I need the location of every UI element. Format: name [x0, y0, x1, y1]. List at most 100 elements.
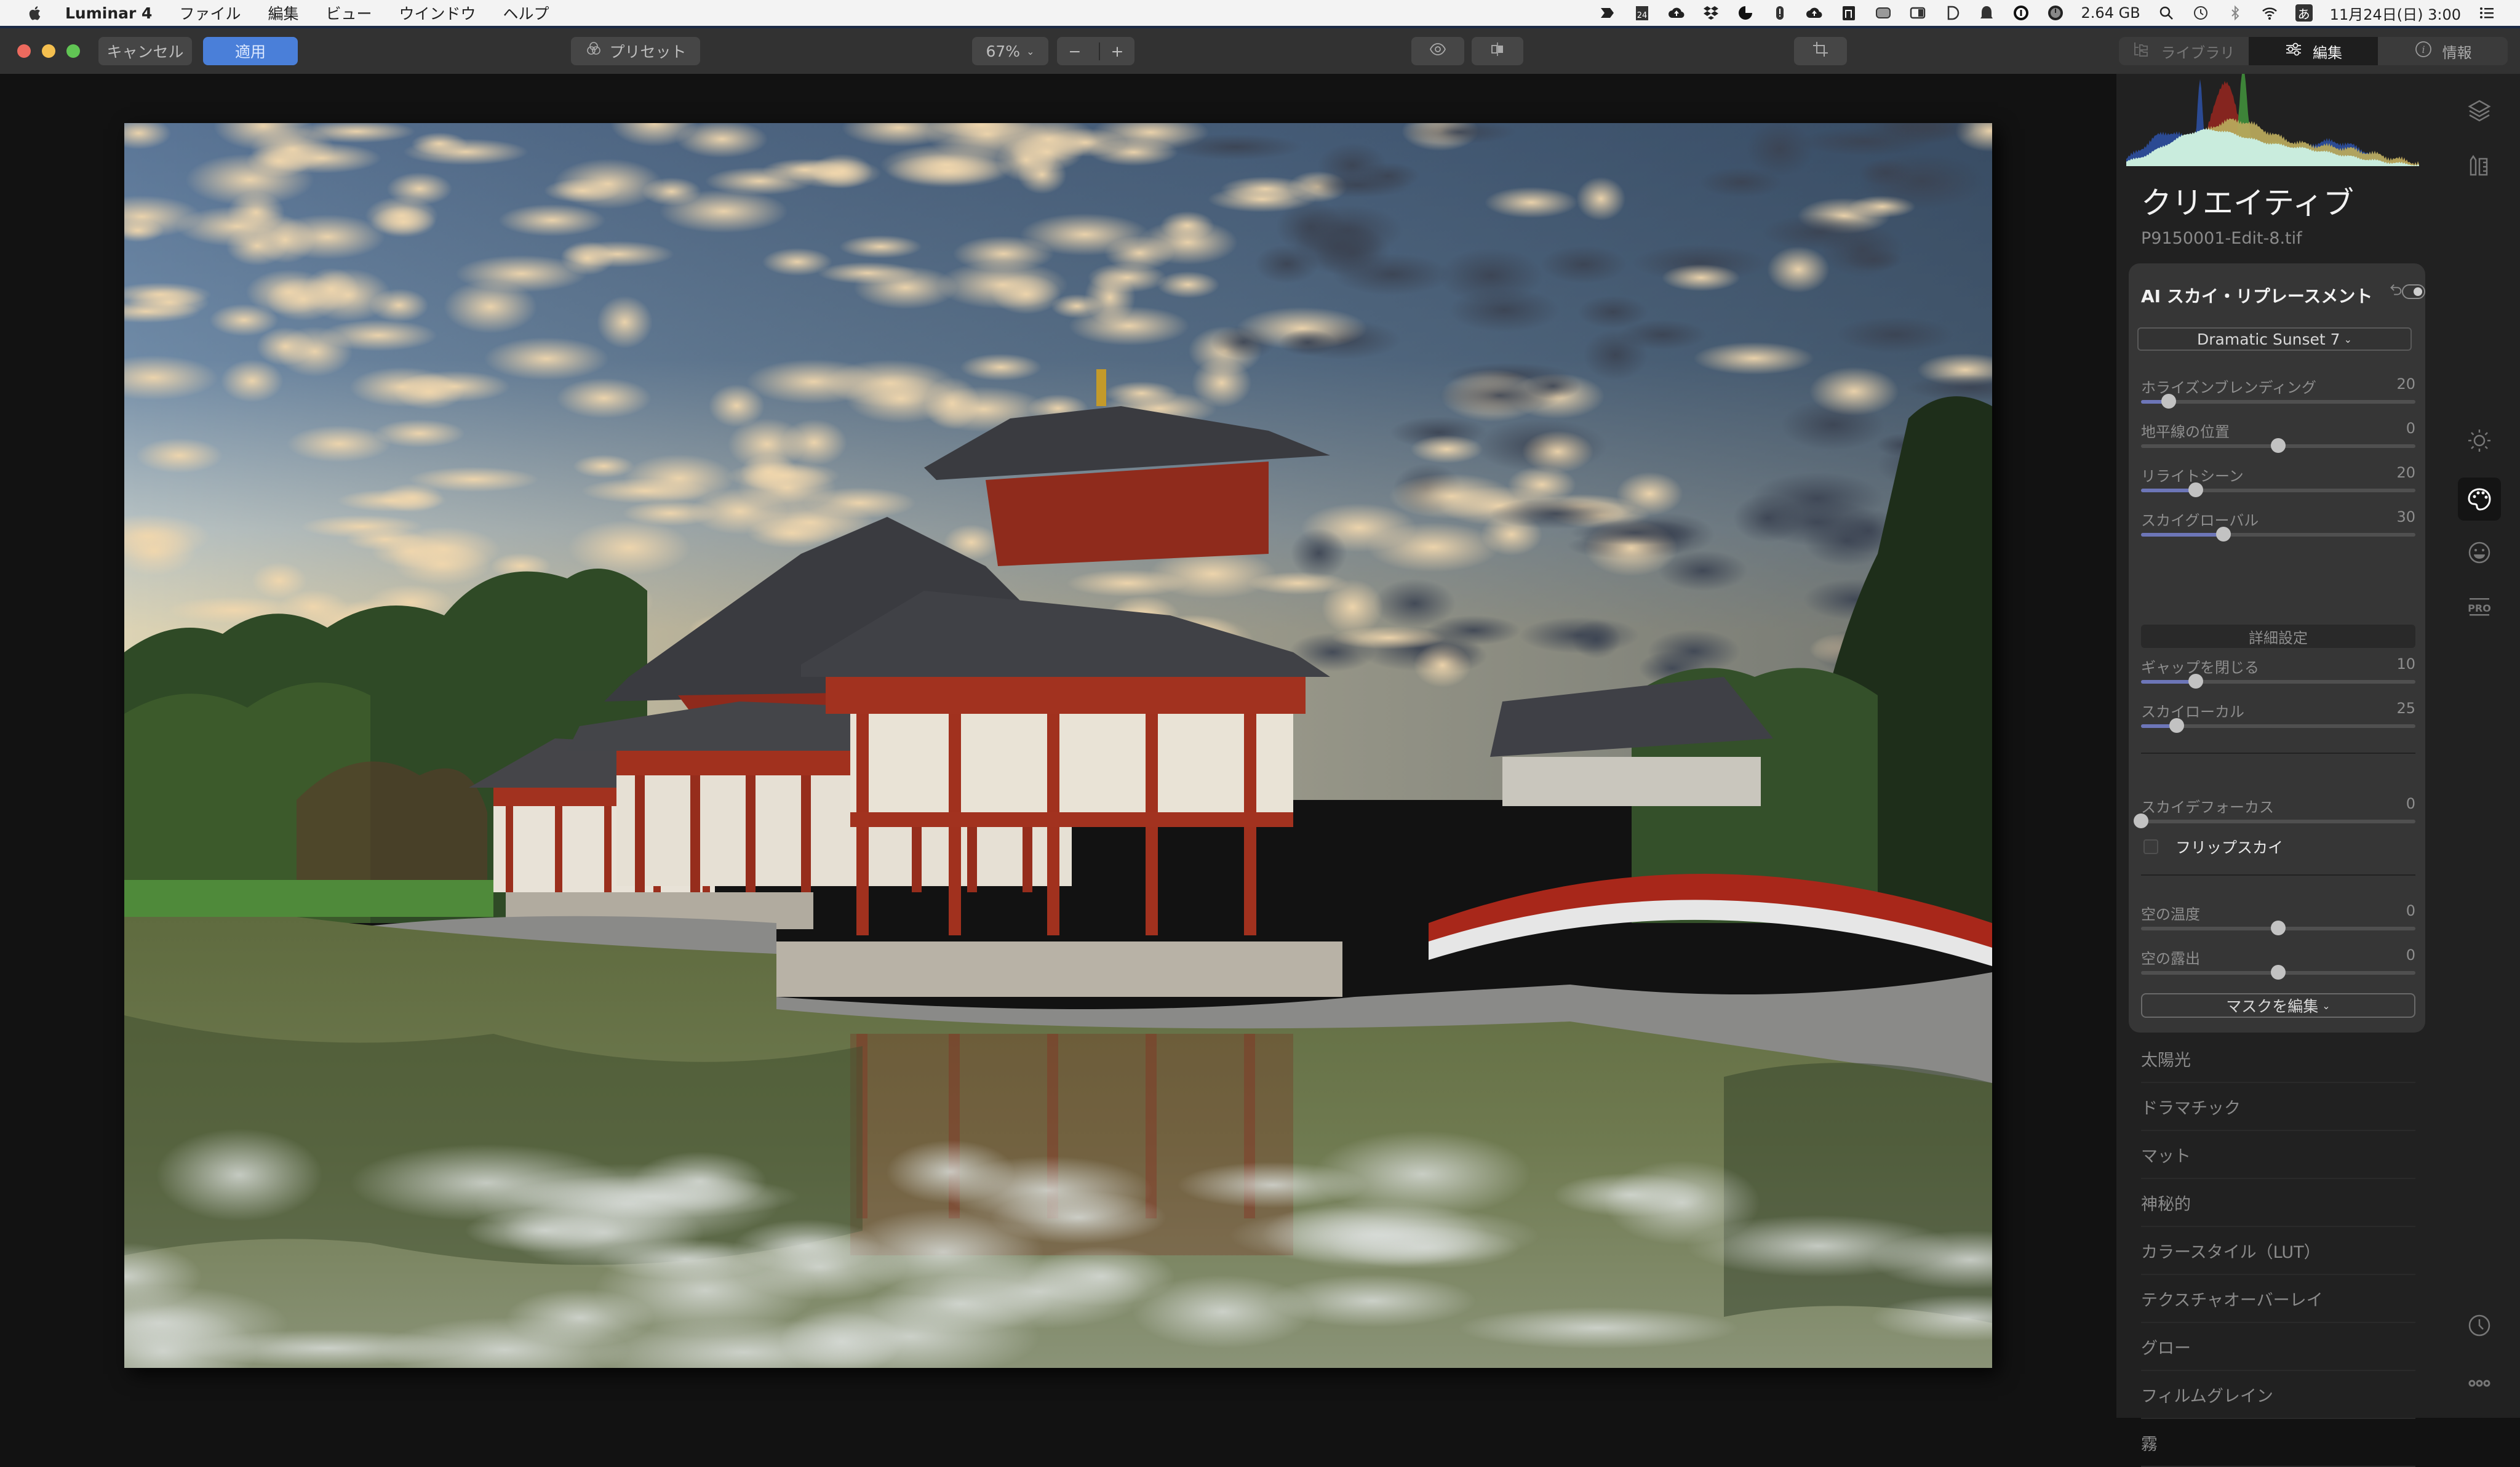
pro-icon[interactable]: PRO [2461, 588, 2498, 625]
sky-selection-dropdown[interactable]: Dramatic Sunset 7 ⌄ [2137, 327, 2412, 351]
crop-button[interactable] [1794, 37, 1847, 65]
slider-value[interactable]: 0 [2406, 946, 2415, 964]
slider-value[interactable]: 25 [2396, 700, 2415, 717]
slider-advanced-1[interactable]: スカイローカル 25 [2141, 700, 2415, 743]
menubar-clock[interactable]: 11月24日(日) 3:00 [2330, 2, 2461, 24]
slider-thumb[interactable] [2188, 482, 2204, 497]
bell-icon[interactable] [1978, 4, 1995, 22]
portrait-face-icon[interactable] [2461, 534, 2498, 571]
slider-thumb[interactable] [2215, 527, 2231, 542]
slider-track[interactable] [2141, 921, 2415, 935]
slider-primary-0[interactable]: ホライズンブレンディング 20 [2141, 375, 2415, 418]
slider-thumb[interactable] [2134, 813, 2148, 828]
edit-mask-button[interactable]: マスクを編集 ⌄ [2141, 993, 2415, 1018]
slider-primary-1[interactable]: 地平線の位置 0 [2141, 420, 2415, 463]
slider-thumb[interactable] [2271, 921, 2286, 935]
tab-library[interactable]: ライブラリ [2119, 37, 2249, 65]
wifi-icon[interactable] [2261, 4, 2278, 22]
slider-track[interactable] [2141, 718, 2415, 733]
close-window-button[interactable] [17, 44, 31, 58]
spotlight-search-icon[interactable] [2158, 4, 2175, 22]
slider-value[interactable]: 20 [2396, 375, 2415, 393]
slider-track[interactable] [2141, 394, 2415, 409]
slider-sky-0[interactable]: 空の温度 0 [2141, 902, 2415, 945]
location-icon[interactable] [1771, 4, 1788, 22]
preview-toggle-button[interactable] [1411, 37, 1464, 65]
slider-sky-1[interactable]: 空の露出 0 [2141, 946, 2415, 989]
slider-thumb[interactable] [2271, 965, 2286, 980]
time-machine-icon[interactable] [2192, 4, 2209, 22]
canvas-icon[interactable] [2461, 148, 2498, 185]
history-clock-icon[interactable] [2461, 1307, 2498, 1344]
module-enable-toggle[interactable] [2402, 284, 2425, 299]
cloud-sync-icon[interactable] [1806, 4, 1823, 22]
app-monitor-icon[interactable] [1840, 4, 1857, 22]
slider-thumb[interactable] [2271, 438, 2286, 453]
info-circle-icon[interactable] [2012, 4, 2030, 22]
essentials-sun-icon[interactable] [2461, 422, 2498, 459]
input-method-icon[interactable]: あ [2295, 4, 2313, 22]
slider-value[interactable]: 30 [2396, 508, 2415, 526]
slider-sky-defocus[interactable]: スカイデフォーカス 0 [2134, 795, 2415, 838]
apple-logo-icon[interactable] [25, 4, 47, 22]
notification-center-icon[interactable] [2478, 4, 2495, 22]
zoom-out-button[interactable]: − [1057, 42, 1093, 60]
tool-item[interactable]: 太陽光 [2141, 1035, 2415, 1083]
cancel-button[interactable]: キャンセル [98, 37, 192, 65]
edited-photo[interactable] [124, 123, 1992, 1368]
slider-track[interactable] [2141, 674, 2415, 689]
forward-icon[interactable] [1599, 4, 1616, 22]
tool-item[interactable]: マット [2141, 1131, 2415, 1179]
slider-advanced-0[interactable]: ギャップを閉じる 10 [2141, 655, 2415, 698]
slider-thumb[interactable] [2161, 394, 2176, 409]
slider-track[interactable] [2141, 965, 2415, 980]
dropbox-icon[interactable] [1702, 4, 1720, 22]
image-canvas[interactable] [0, 74, 2116, 1418]
cloud-upload-icon[interactable] [1668, 4, 1685, 22]
d-app-icon[interactable] [1944, 4, 1961, 22]
tool-item[interactable]: 霧 [2141, 1419, 2415, 1467]
slider-thumb[interactable] [2188, 674, 2204, 689]
slider-track[interactable] [2141, 438, 2415, 453]
zoom-window-button[interactable] [66, 44, 80, 58]
slider-value[interactable]: 20 [2396, 464, 2415, 481]
slider-value[interactable]: 0 [2406, 902, 2415, 919]
tool-item[interactable]: 神秘的 [2141, 1179, 2415, 1227]
menu-edit[interactable]: 編集 [268, 2, 298, 24]
disk-usage-icon[interactable] [2047, 4, 2064, 22]
menu-view[interactable]: ビュー [325, 2, 372, 24]
menu-app-name[interactable]: Luminar 4 [65, 4, 152, 22]
slider-primary-2[interactable]: リライトシーン 20 [2141, 464, 2415, 507]
zoom-in-button[interactable]: + [1098, 42, 1134, 60]
tab-info[interactable]: i 情報 [2378, 37, 2508, 65]
slider-track[interactable] [2141, 482, 2415, 497]
bluetooth-icon[interactable] [2227, 4, 2244, 22]
calendar-icon[interactable]: 24 [1633, 4, 1651, 22]
tool-item[interactable]: ドラマチック [2141, 1083, 2415, 1131]
tool-item[interactable]: フィルムグレイン [2141, 1371, 2415, 1419]
presets-button[interactable]: プリセット [571, 37, 700, 65]
tool-item[interactable]: グロー [2141, 1323, 2415, 1371]
tool-item[interactable]: テクスチャオーバーレイ [2141, 1275, 2415, 1323]
advanced-settings-button[interactable]: 詳細設定 [2141, 625, 2415, 648]
slider-thumb[interactable] [2169, 718, 2184, 733]
menu-file[interactable]: ファイル [179, 2, 241, 24]
slider-value[interactable]: 0 [2406, 420, 2415, 437]
zoom-level-dropdown[interactable]: 67% ⌄ [972, 37, 1048, 65]
compare-split-button[interactable] [1472, 37, 1523, 65]
apply-button[interactable]: 適用 [203, 37, 298, 65]
battery-icon[interactable] [1875, 4, 1892, 22]
slider-primary-3[interactable]: スカイグローバル 30 [2141, 508, 2415, 551]
slider-value[interactable]: 10 [2396, 655, 2415, 673]
display-icon[interactable] [1909, 4, 1926, 22]
flip-sky-checkbox[interactable] [2143, 839, 2158, 854]
pie-chart-icon[interactable] [1737, 4, 1754, 22]
layers-icon[interactable] [2461, 92, 2498, 129]
module-title[interactable]: AI スカイ・リプレースメント [2141, 283, 2372, 308]
menu-help[interactable]: ヘルプ [503, 2, 549, 24]
creative-palette-icon[interactable] [2458, 478, 2501, 521]
tab-edit[interactable]: 編集 [2248, 37, 2378, 65]
slider-track[interactable] [2141, 527, 2415, 542]
slider-track[interactable] [2134, 813, 2415, 828]
menu-window[interactable]: ウインドウ [399, 2, 476, 24]
